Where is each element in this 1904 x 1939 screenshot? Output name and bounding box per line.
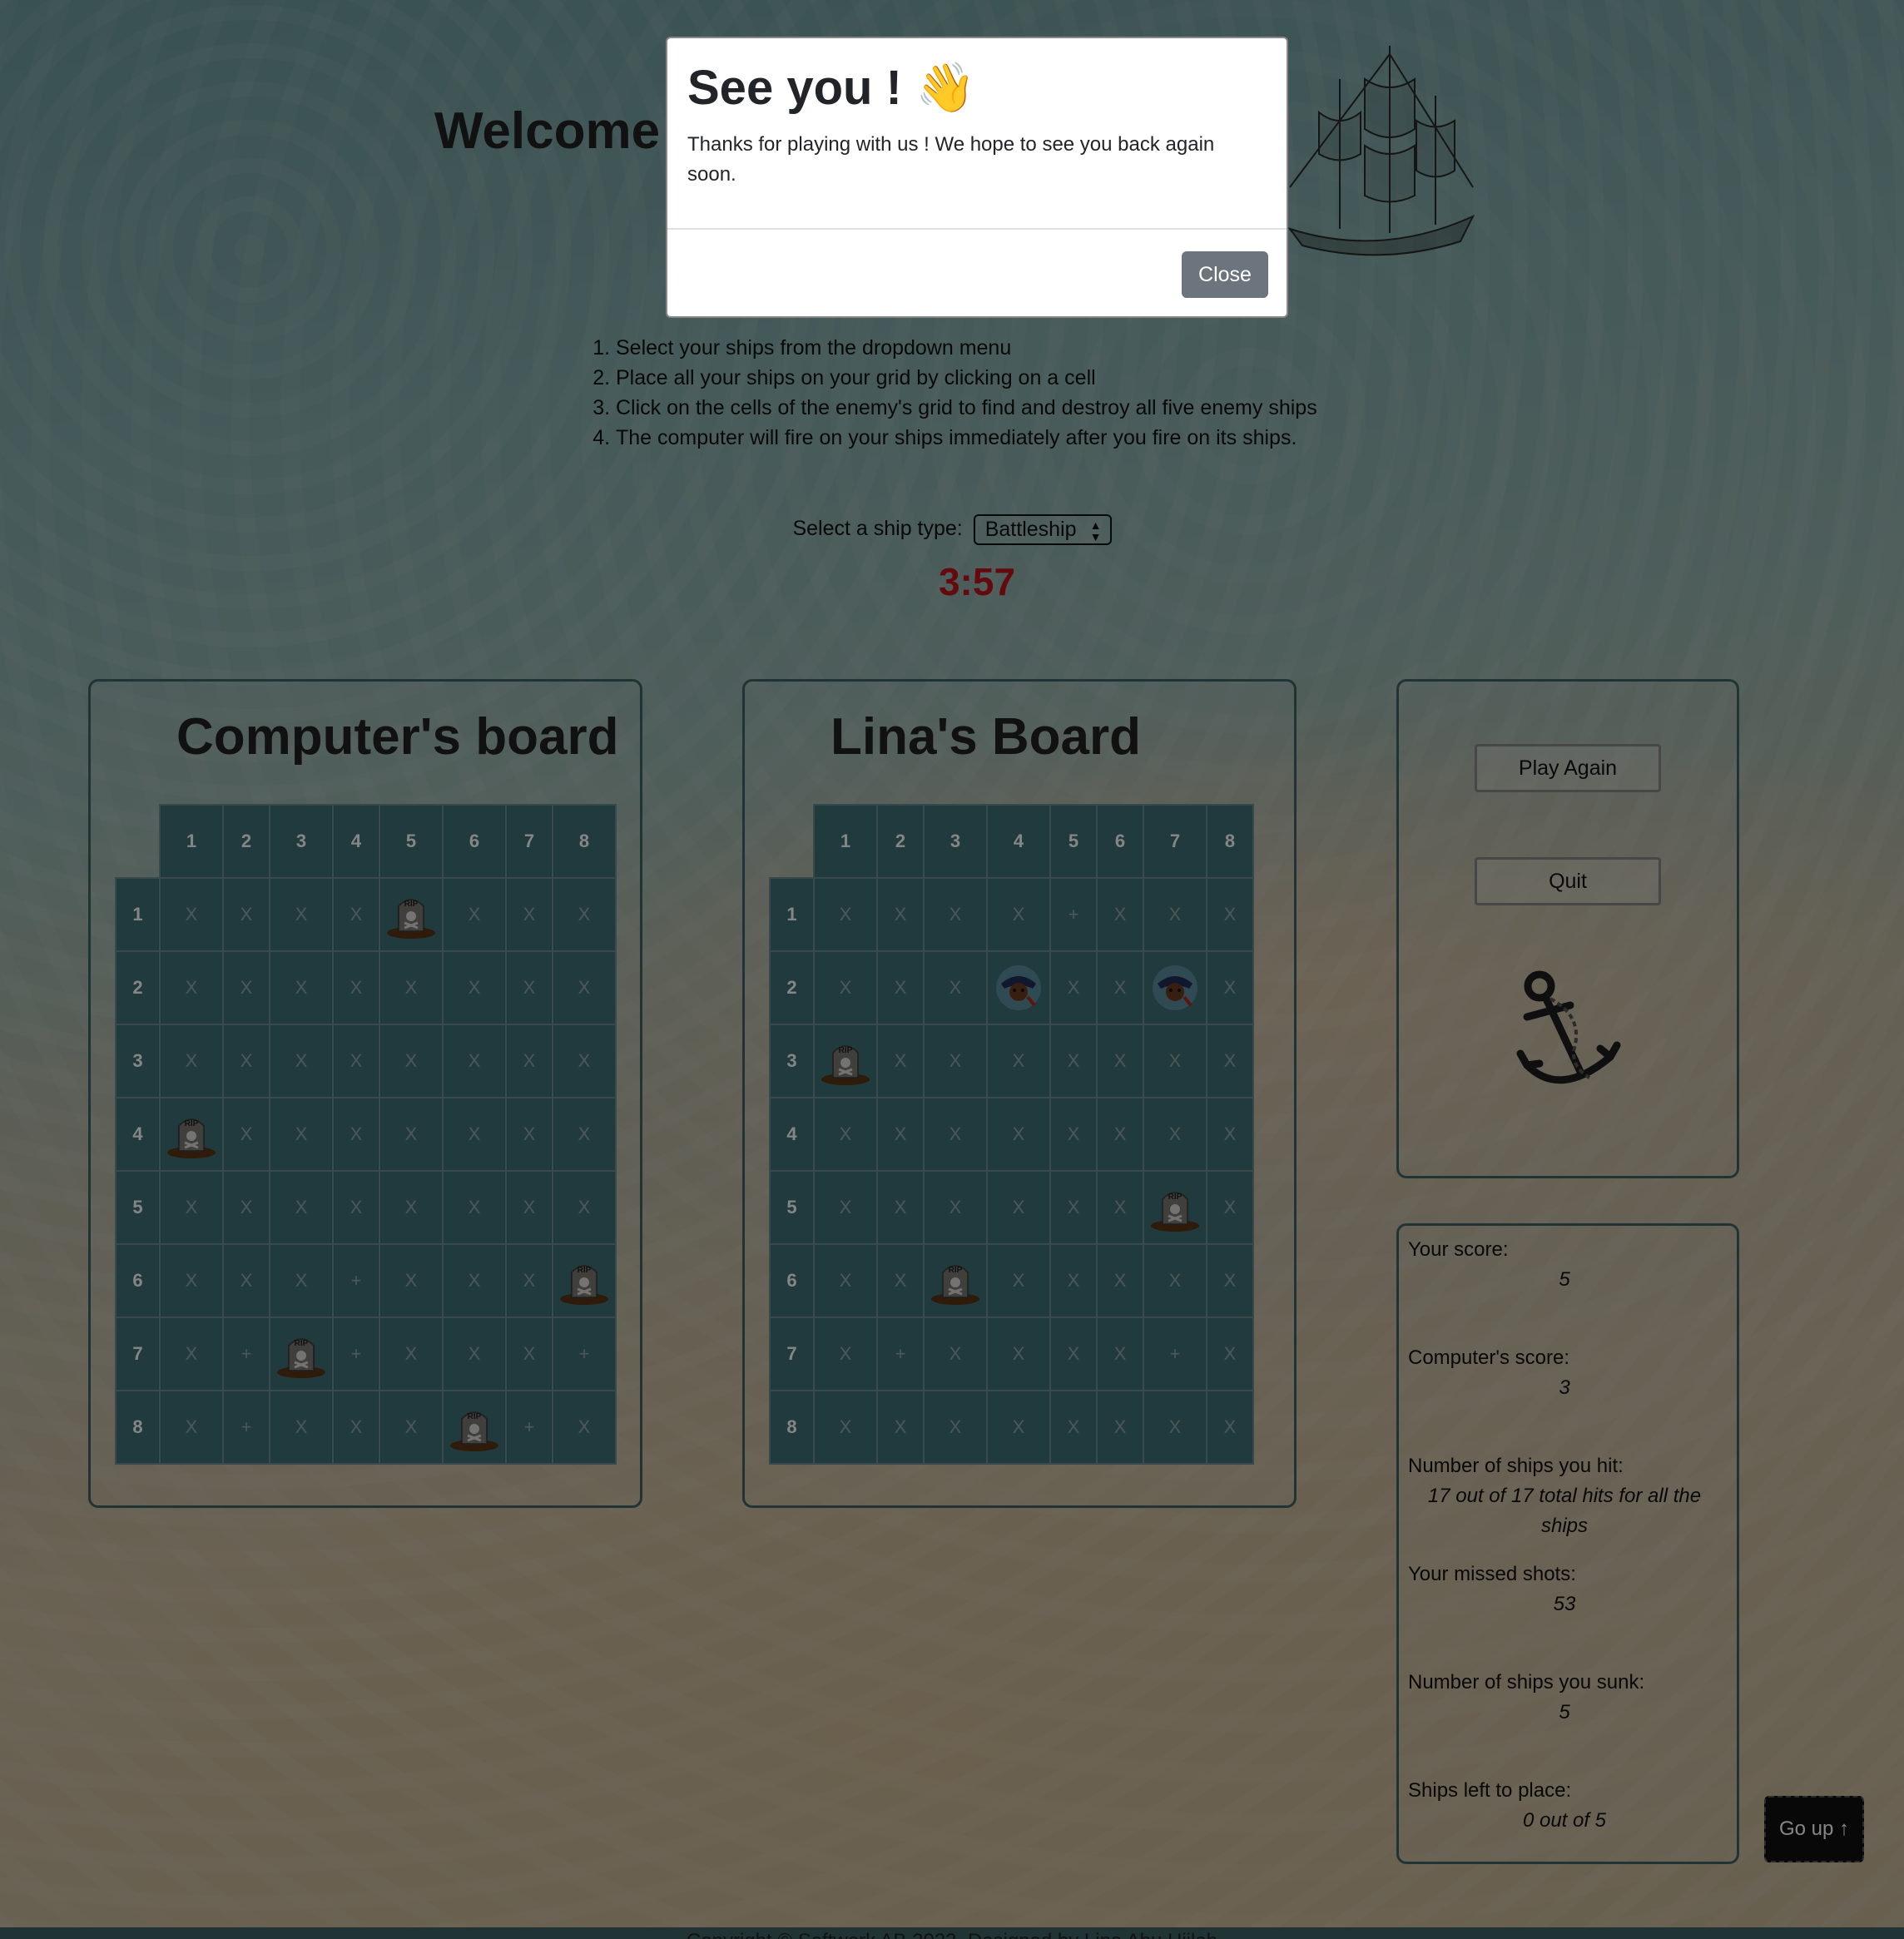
modal-close-button[interactable]: Close [1182,251,1268,298]
modal-body: Thanks for playing with us ! We hope to … [687,133,1215,186]
goodbye-modal: See you ! 👋 Thanks for playing with us !… [666,37,1288,318]
modal-divider [667,228,1287,230]
modal-title: See you ! 👋 [687,61,976,115]
